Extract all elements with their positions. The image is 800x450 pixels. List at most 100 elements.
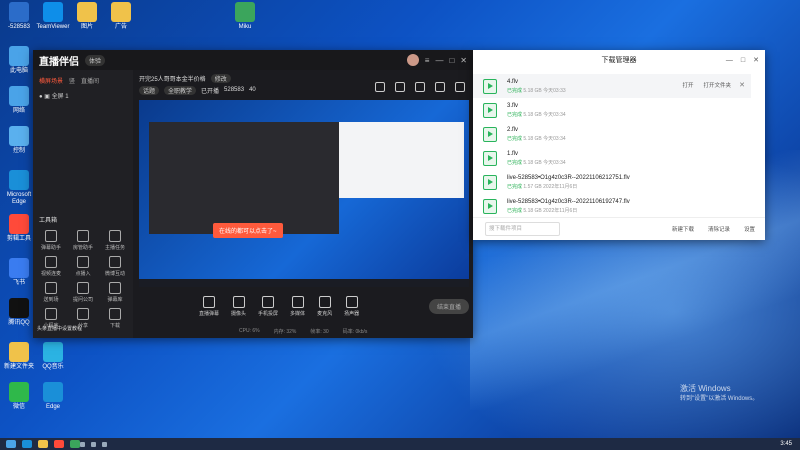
minimize-icon[interactable]: — — [435, 56, 443, 65]
desktop-icon[interactable]: 飞书 — [2, 258, 36, 287]
tool-button[interactable]: 视频连麦 — [37, 256, 65, 277]
tool-label: 微博互动 — [104, 271, 125, 277]
menu-icon[interactable]: ≡ — [425, 56, 430, 65]
desktop-icon[interactable]: 广告 — [104, 2, 138, 31]
open-folder-button[interactable]: 打开文件夹 — [703, 81, 731, 89]
maximize-icon[interactable]: □ — [449, 56, 454, 65]
live-bottom-toolbar: 直播弹幕 摄像头 手机投屏 多媒体 麦克风 扬声器 结束直播 — [139, 290, 469, 322]
gift-icon[interactable] — [395, 82, 405, 92]
edit-title-button[interactable]: 修改 — [210, 73, 231, 83]
search-input[interactable]: 搜下载件项目 — [485, 222, 560, 236]
footer-button[interactable]: 新建下载 — [672, 225, 694, 233]
live-streaming-window[interactable]: 直播伴侣 体验 ≡ — □ ✕ 横屏场景竖直播间 ● ▣ 全屏 1 工具箱 弹幕… — [33, 50, 473, 338]
avatar[interactable] — [406, 54, 419, 66]
tool-button[interactable]: 提问公司 — [69, 282, 97, 303]
tab-1[interactable]: 竖 — [69, 76, 75, 85]
volume-icon[interactable] — [91, 441, 96, 447]
scene-item[interactable]: ● ▣ 全屏 1 — [33, 87, 133, 104]
status-badge: 已开播 — [201, 88, 220, 95]
live-app-icon[interactable] — [54, 440, 64, 448]
desktop-icon[interactable]: Edge — [36, 382, 70, 411]
tool-button[interactable]: 主播任务 — [101, 230, 129, 251]
activation-subtitle: 转到"设置"以激活 Windows。 — [680, 396, 759, 402]
dm-footer: 搜下载件项目 新建下载 清除记录 设置 — [473, 217, 765, 240]
footer-button[interactable]: 设置 — [744, 225, 755, 233]
desktop-icon[interactable]: Microsoft Edge — [2, 170, 36, 206]
edge-icon[interactable] — [22, 440, 32, 448]
tab-0[interactable]: 横屏场景 — [39, 76, 63, 85]
footer-button[interactable]: 清除记录 — [708, 225, 730, 233]
tool-icon — [109, 256, 121, 268]
file-size: 5.18 GB — [523, 135, 542, 142]
desktop-icon[interactable]: TeamViewer — [36, 2, 70, 31]
tool-button[interactable]: 弹幕库 — [101, 282, 129, 303]
activation-title: 激活 Windows — [680, 384, 731, 393]
desktop-icon[interactable]: 新建文件夹 — [2, 342, 36, 371]
remove-icon[interactable]: ✕ — [739, 81, 745, 89]
desktop-icon[interactable]: QQ音乐 — [36, 342, 70, 371]
download-row[interactable]: 2.flv 已完成 5.18 GB 今天03:34 — [473, 122, 751, 146]
tool-button[interactable]: 弹幕助手 — [37, 230, 65, 251]
live-sidebar: 横屏场景竖直播间 ● ▣ 全屏 1 工具箱 弹幕助手 房管助手 主播任务 视频连麦 点播… — [33, 70, 133, 338]
tool-button[interactable]: 点播入 — [69, 256, 97, 277]
toolbar-button[interactable]: 多媒体 — [290, 295, 305, 317]
tab-2[interactable]: 直播间 — [81, 76, 99, 85]
status-text: 已完成 — [507, 111, 523, 118]
tool-button[interactable]: 微博互动 — [101, 256, 129, 277]
download-row[interactable]: 4.flv 已完成 5.18 GB 今天03:33 打开 打开文件夹 ✕ — [473, 74, 751, 98]
close-icon[interactable]: ✕ — [460, 56, 467, 65]
desktop-icon[interactable]: 微信 — [2, 382, 36, 411]
screen-icon[interactable] — [455, 82, 465, 92]
desktop-icon-label: -528583 — [7, 24, 31, 30]
go-live-button[interactable]: 结束直播 — [428, 298, 469, 314]
tool-button[interactable]: 送到场 — [37, 282, 65, 303]
toolbar-button[interactable]: 扬声器 — [344, 295, 359, 317]
clock[interactable]: 3:45 — [780, 441, 792, 447]
download-app-icon[interactable] — [70, 440, 80, 448]
desktop-icon[interactable]: 此电脑 — [2, 46, 36, 75]
desktop-icon[interactable]: 剪辑工具 — [2, 214, 36, 243]
desktop-icon[interactable]: -528583 — [2, 2, 36, 31]
video-file-icon — [483, 78, 497, 94]
desktop-icon[interactable]: 网络 — [2, 86, 36, 115]
download-row[interactable]: 1.flv 已完成 5.18 GB 今天03:34 — [473, 146, 751, 170]
network-icon[interactable] — [80, 441, 85, 447]
download-row[interactable]: live-528583•O1g4z0c3R--20221106192747.fl… — [473, 194, 751, 218]
tag-pill[interactable]: 话题 — [139, 85, 160, 95]
version-badge[interactable]: 体验 — [85, 54, 106, 66]
minimize-icon[interactable]: — — [726, 50, 733, 72]
toolbar-button[interactable]: 摄像头 — [231, 295, 246, 317]
download-row[interactable]: live-528583•O1g4z0c3R--20221106212751.fl… — [473, 170, 751, 194]
desktop-icon[interactable]: Miku — [228, 2, 262, 31]
download-row[interactable]: 3.flv 已完成 5.18 GB 今天03:34 — [473, 98, 751, 122]
ime-icon[interactable] — [102, 441, 107, 447]
tag-pill[interactable]: 全职教学 — [164, 85, 197, 95]
desktop-icon[interactable]: 控制 — [2, 126, 36, 155]
start-icon[interactable] — [6, 440, 16, 448]
chart-icon[interactable] — [415, 82, 425, 92]
stream-preview[interactable]: 在线的都可以点击了~ — [139, 100, 469, 287]
status-text: 已完成 — [507, 207, 523, 214]
close-icon[interactable]: ✕ — [753, 50, 759, 72]
desktop-icon-image — [43, 382, 63, 402]
toolbar-button[interactable]: 直播弹幕 — [199, 295, 219, 317]
open-button[interactable]: 打开 — [682, 81, 693, 89]
status-item: 内存: 32% — [273, 328, 297, 335]
download-manager-window[interactable]: 下载管理器 — □ ✕ 4.flv 已完成 5.18 GB 今天03:33 打开 打开… — [473, 50, 765, 240]
download-text: 1.flv 已完成 5.18 GB 今天03:34 — [507, 151, 566, 166]
bell-icon[interactable] — [435, 82, 445, 92]
maximize-icon[interactable]: □ — [741, 50, 745, 72]
desktop-icon[interactable]: 腾讯QQ — [2, 298, 36, 327]
toolbar-button[interactable]: 麦克风 — [317, 295, 332, 317]
lock-icon[interactable] — [375, 82, 385, 92]
explorer-icon[interactable] — [38, 440, 48, 448]
tool-button[interactable]: 下载 — [101, 308, 129, 329]
desktop-icon[interactable]: 图片 — [70, 2, 104, 31]
tutorial-link[interactable]: 头条直播中设置教程 — [37, 325, 82, 332]
toolbar-button[interactable]: 手机投屏 — [258, 295, 278, 317]
file-time: 今天03:34 — [543, 135, 566, 142]
tool-icon — [109, 308, 121, 320]
tool-icon — [77, 256, 89, 268]
tool-button[interactable]: 房管助手 — [69, 230, 97, 251]
desktop-icon-image — [9, 126, 29, 146]
